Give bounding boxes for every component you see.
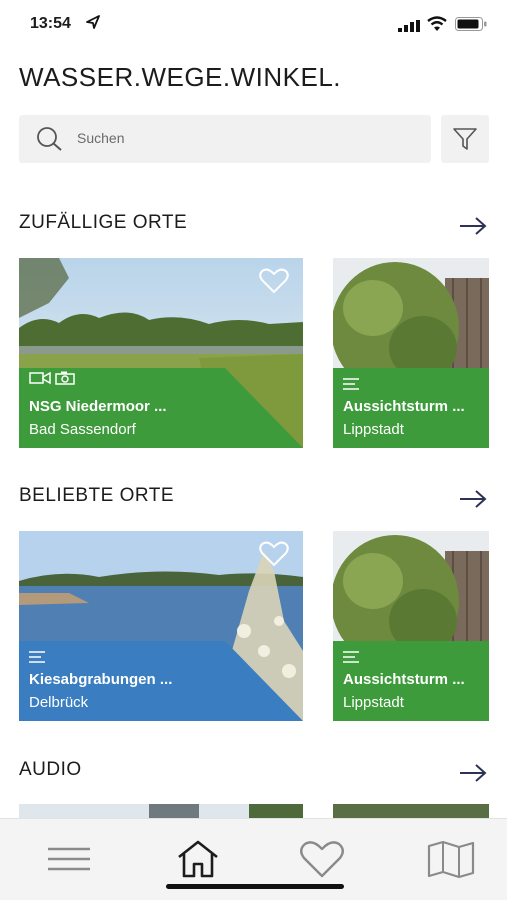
card-title: Kiesabgrabungen ... [29,671,173,688]
place-photo [19,804,303,818]
section-title-random: ZUFÄLLIGE ORTE [19,212,188,233]
search-input[interactable]: Suchen [19,115,431,163]
card-city: Delbrück [29,694,89,711]
search-placeholder: Suchen [77,130,125,146]
video-icon [29,371,51,385]
card-city: Bad Sassendorf [29,421,136,438]
status-time: 13:54 [30,15,71,32]
media-icons [29,371,76,390]
place-card[interactable]: Aussichtsturm ... Lippstadt [333,258,489,448]
battery-icon [455,17,487,31]
location-arrow-icon [86,15,100,29]
text-icon [343,651,359,663]
card-title: Aussichtsturm ... [343,671,465,688]
filter-button[interactable] [441,115,489,163]
wifi-icon [427,16,447,31]
heart-icon[interactable] [259,268,289,294]
arrow-right-icon[interactable] [458,216,488,236]
status-bar: 13:54 [0,0,507,50]
map-icon[interactable] [426,839,476,879]
card-city: Lippstadt [343,694,404,711]
menu-icon[interactable] [44,839,94,879]
arrow-right-icon[interactable] [458,489,488,509]
place-card[interactable]: NSG Niedermoor ... Bad Sassendorf [19,258,303,448]
place-photo [333,804,489,818]
filter-icon [453,128,477,150]
card-city: Lippstadt [343,421,404,438]
signal-icon [398,20,420,32]
heart-icon[interactable] [259,541,289,567]
audio-card[interactable] [333,804,489,818]
text-icon [29,651,45,663]
arrow-right-icon[interactable] [458,763,488,783]
text-icon [343,378,359,390]
card-title: NSG Niedermoor ... [29,398,167,415]
place-card[interactable]: Aussichtsturm ... Lippstadt [333,531,489,721]
home-indicator [166,884,344,889]
card-title: Aussichtsturm ... [343,398,465,415]
home-icon[interactable] [173,839,223,879]
section-title-popular: BELIEBTE ORTE [19,485,175,506]
camera-icon [55,371,76,385]
search-icon [37,127,62,151]
app-title: WASSER.WEGE.WINKEL. [19,62,342,92]
heart-icon[interactable] [297,839,347,879]
place-card[interactable]: Kiesabgrabungen ... Delbrück [19,531,303,721]
section-title-audio: AUDIO [19,759,82,780]
audio-card[interactable] [19,804,303,818]
